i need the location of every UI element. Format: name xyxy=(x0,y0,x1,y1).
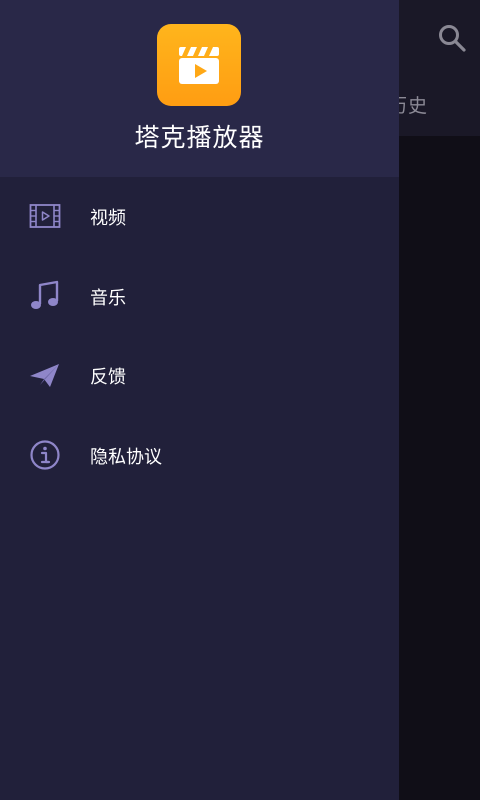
menu-item-label: 视频 xyxy=(90,208,126,229)
clapperboard-play-icon xyxy=(179,47,219,84)
menu-item-label: 反馈 xyxy=(90,367,126,388)
menu-item-music[interactable]: 音乐 xyxy=(0,257,399,337)
menu-item-privacy[interactable]: 隐私协议 xyxy=(0,416,399,496)
app-name: 塔克播放器 xyxy=(134,123,265,152)
menu-item-feedback[interactable]: 反馈 xyxy=(0,336,399,416)
info-icon xyxy=(30,439,60,470)
menu-item-label: 音乐 xyxy=(90,287,126,309)
menu-item-video[interactable]: 视频 xyxy=(0,177,399,257)
drawer-menu: 视频 音乐 反馈 隐私协议 xyxy=(0,177,399,495)
paper-plane-icon xyxy=(30,364,59,387)
navigation-drawer: 塔克播放器 视频 音乐 反馈 隐私协议 xyxy=(0,0,399,800)
menu-item-label: 隐私协议 xyxy=(90,446,162,468)
drawer-header: 塔克播放器 xyxy=(0,0,399,177)
film-icon xyxy=(29,204,61,228)
search-icon[interactable] xyxy=(436,22,468,54)
app-logo xyxy=(157,24,241,106)
music-note-icon xyxy=(31,280,59,309)
